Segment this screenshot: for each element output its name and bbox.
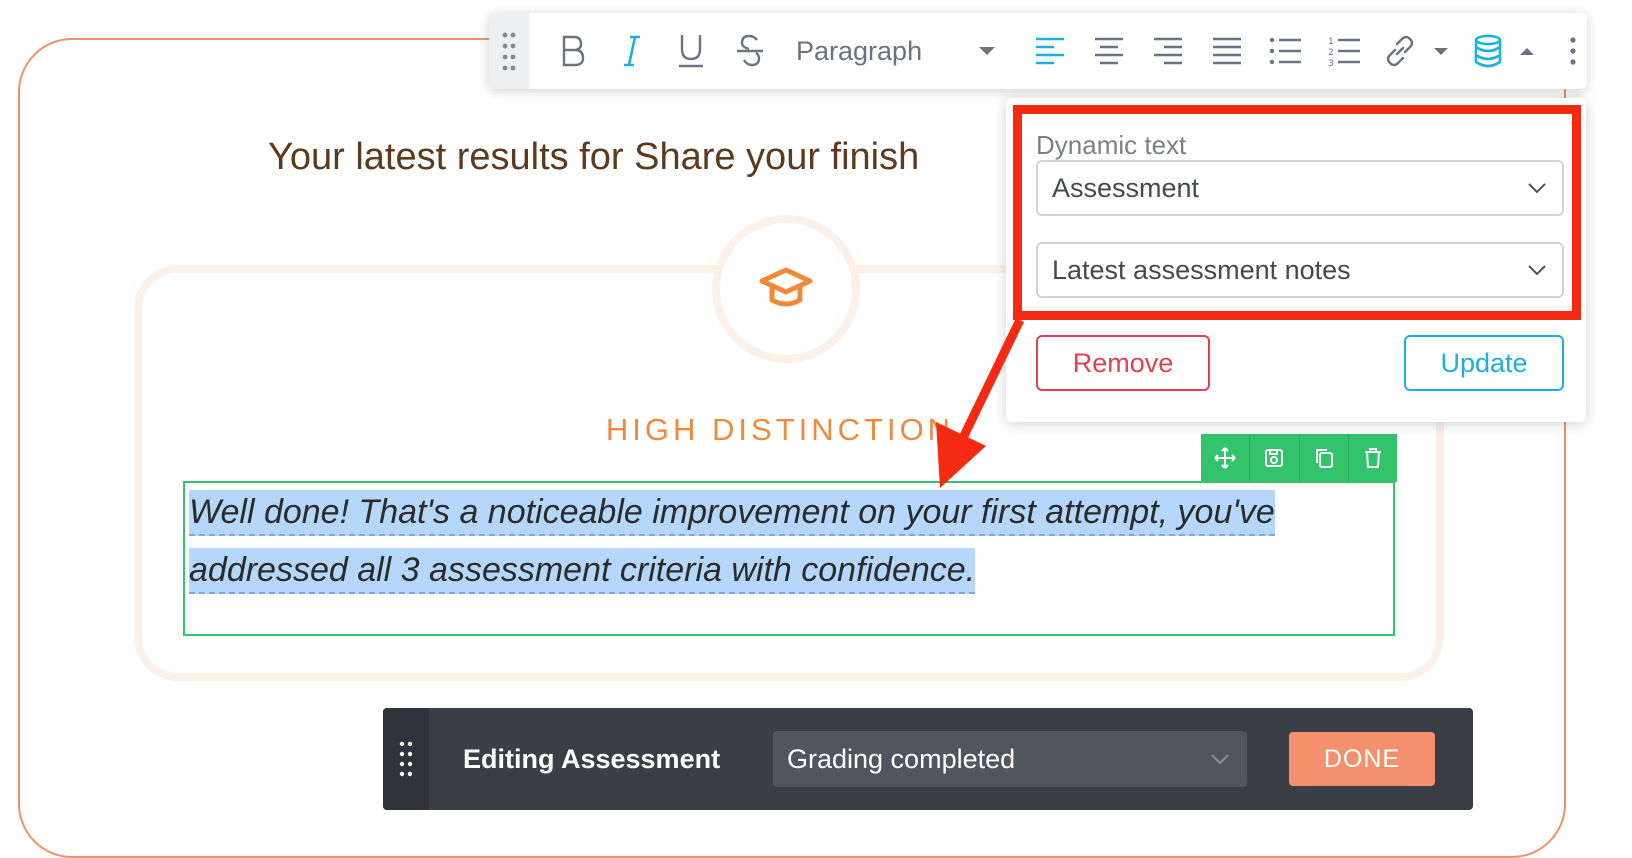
annotation-arrow: [936, 318, 1025, 488]
grading-status-select[interactable]: Grading completed: [773, 731, 1247, 787]
editing-status-bar: Editing Assessment Grading completed DON…: [383, 708, 1473, 810]
chevron-down-icon: [1211, 754, 1229, 764]
done-button[interactable]: DONE: [1289, 732, 1435, 786]
status-bar-drag-handle[interactable]: [383, 708, 429, 810]
editing-title: Editing Assessment: [463, 743, 721, 774]
grading-status-value: Grading completed: [787, 743, 1016, 774]
drag-handle-icon: [399, 741, 413, 777]
